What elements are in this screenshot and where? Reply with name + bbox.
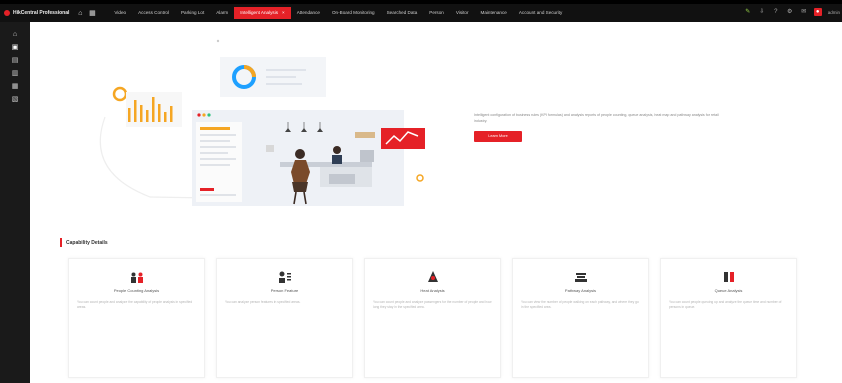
top-bar: HikCentral Professional ⌂ ▦ Video Access …: [0, 0, 842, 22]
sidebar-report-icon[interactable]: ▤: [0, 54, 30, 67]
heat-analysis-icon: [427, 271, 438, 282]
nav-item-label: Maintenance: [480, 10, 507, 15]
capability-card-people-counting-analysis[interactable]: People Counting Analysis You can count pe…: [68, 258, 205, 378]
nav-item-label: Alarm: [216, 10, 229, 15]
close-tab-icon[interactable]: ×: [282, 10, 285, 15]
capability-card-person-feature[interactable]: Person Feature You can analyze person fea…: [216, 258, 353, 378]
nav-item-parking-lot[interactable]: Parking Lot: [175, 7, 210, 19]
nav-item-label: Video: [114, 10, 127, 15]
card-title: People Counting Analysis: [113, 288, 160, 293]
nav-item-video[interactable]: Video: [108, 7, 132, 19]
bar-chart-illustration: [126, 92, 182, 127]
help-icon[interactable]: ?: [772, 8, 780, 16]
capability-card-pathway-analysis[interactable]: Pathway Analysis You can view the number …: [512, 258, 649, 378]
module-nav: Video Access Control Parking Lot Alarm Intel…: [108, 7, 568, 19]
people-counting-icon: [130, 272, 143, 283]
notification-icon[interactable]: ✉: [800, 8, 808, 16]
home-icon[interactable]: ⌂: [74, 7, 86, 19]
avatar[interactable]: ●: [813, 8, 822, 16]
nav-item-label: Visitor: [455, 10, 469, 15]
card-description: You can count people and analyze passeng…: [373, 300, 492, 309]
sidebar-dashboard-icon[interactable]: ▣: [0, 41, 30, 54]
card-description: You can view the number of people walkin…: [521, 300, 639, 309]
nav-item-on-board-monitoring[interactable]: On-Board Monitoring: [326, 7, 381, 19]
section-marker: [60, 238, 62, 247]
queue-analysis-icon: [723, 272, 734, 282]
nav-item-label: Attendance: [296, 10, 320, 15]
top-right-tools: ✎ ⇩ ? ⚙ ✉ ● admin: [744, 8, 840, 16]
pathway-analysis-icon: [574, 273, 587, 282]
nav-item-alarm[interactable]: Alarm: [210, 7, 234, 19]
sidebar-people-icon[interactable]: ▦: [0, 80, 30, 93]
nav-item-label: Access Control: [138, 10, 169, 15]
app-window: HikCentral Professional ⌂ ▦ Video Access …: [0, 0, 842, 383]
sidebar-settings-icon[interactable]: ▧: [0, 93, 30, 106]
nav-item-intelligent-analysis[interactable]: Intelligent Analysis ×: [234, 7, 291, 19]
nav-item-label: Intelligent Analysis: [240, 10, 279, 15]
card-description: You can analyze person features in speci…: [225, 300, 301, 304]
card-title: Pathway Analysis: [564, 288, 597, 293]
card-title: Person Feature: [270, 288, 299, 293]
section-title: Capability Details: [60, 238, 108, 247]
download-icon[interactable]: ⇩: [758, 8, 766, 16]
capability-cards: People Counting Analysis You can count pe…: [68, 258, 797, 378]
brand-mark-icon: [4, 10, 10, 16]
card-title: Queue Analysis: [714, 288, 743, 293]
sidebar-home-icon[interactable]: ⌂: [0, 28, 30, 41]
learn-more-button[interactable]: Learn More: [474, 131, 522, 142]
intro-description: Intelligent configuration of business ru…: [474, 113, 719, 123]
nav-item-label: Person: [429, 10, 444, 15]
left-sidebar: ⌂ ▣ ▤ ▥ ▦ ▧: [0, 22, 30, 383]
person-feature-icon: [278, 271, 291, 283]
nav-item-label: Account and Security: [518, 10, 563, 15]
nav-item-access-control[interactable]: Access Control: [132, 7, 175, 19]
trend-card-illustration: [381, 128, 425, 149]
nav-item-label: On-Board Monitoring: [331, 10, 375, 15]
nav-item-label: Parking Lot: [180, 10, 205, 15]
hero-illustration: [99, 39, 425, 206]
user-name[interactable]: admin: [828, 10, 840, 15]
nav-item-person[interactable]: Person: [423, 7, 450, 19]
grid-menu-icon[interactable]: ▦: [86, 7, 98, 19]
main-content: Intelligent configuration of business ru…: [30, 22, 842, 383]
card-title: Heat Analysis: [420, 288, 445, 293]
intro-panel: Intelligent configuration of business ru…: [474, 112, 724, 142]
capability-title: Capability Details: [66, 239, 108, 246]
brand-logo: HikCentral Professional: [4, 7, 74, 19]
nav-item-account-and-security[interactable]: Account and Security: [513, 7, 568, 19]
nav-item-searched-data[interactable]: Searched Data: [381, 7, 424, 19]
sidebar-analysis-icon[interactable]: ▥: [0, 67, 30, 80]
app-title: HikCentral Professional: [13, 10, 70, 16]
card-description: You can count people and analyze the cap…: [77, 300, 193, 309]
capability-card-queue-analysis[interactable]: Queue Analysis You can count people queui…: [660, 258, 797, 378]
nav-item-maintenance[interactable]: Maintenance: [475, 7, 513, 19]
donut-card-illustration: [220, 57, 326, 97]
nav-item-attendance[interactable]: Attendance: [291, 7, 326, 19]
nav-item-label: Searched Data: [386, 10, 418, 15]
card-description: You can count people queuing up and anal…: [669, 300, 782, 309]
status-icon[interactable]: ✎: [744, 8, 752, 16]
capability-card-heat-analysis[interactable]: Heat Analysis You can count people and an…: [364, 258, 501, 378]
store-screen-illustration: [192, 110, 404, 206]
settings-icon[interactable]: ⚙: [786, 8, 794, 16]
nav-item-visitor[interactable]: Visitor: [450, 7, 475, 19]
